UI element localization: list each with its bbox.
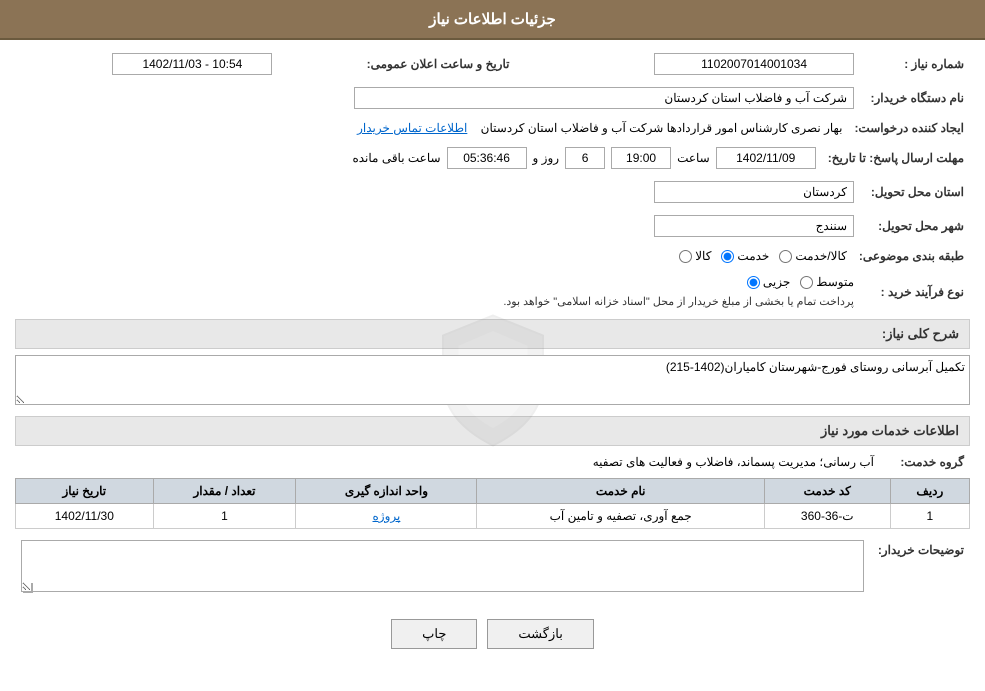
- province-value: [15, 178, 860, 206]
- need-number-label: شماره نیاز :: [860, 50, 970, 78]
- unit-link[interactable]: پروژه: [373, 509, 401, 523]
- service-group-text: آب رسانی؛ مدیریت پسماند، فاضلاب و فعالیت…: [593, 455, 874, 469]
- services-section-title: اطلاعات خدمات مورد نیاز: [15, 416, 970, 446]
- buyer-notes-wrapper: [21, 540, 864, 595]
- info-table-row3: ایجاد کننده درخواست: بهار نصری کارشناس ا…: [15, 118, 970, 138]
- category-khadamat-item: خدمت: [721, 249, 769, 263]
- cell-service-name: جمع آوری، تصفیه و تامین آب: [477, 504, 764, 529]
- services-table-header: ردیف کد خدمت نام خدمت واحد اندازه گیری ت…: [16, 479, 970, 504]
- info-table-row5: استان محل تحویل:: [15, 178, 970, 206]
- info-table-row6: شهر محل تحویل:: [15, 212, 970, 240]
- deadline-days-input[interactable]: [565, 147, 605, 169]
- deadline-remaining-input[interactable]: [447, 147, 527, 169]
- city-value: [15, 212, 860, 240]
- col-unit: واحد اندازه گیری: [296, 479, 477, 504]
- category-khadamat-label: خدمت: [737, 249, 769, 263]
- deadline-value: ساعت روز و ساعت باقی مانده: [15, 144, 822, 172]
- page-wrapper: جزئیات اطلاعات نیاز شماره نیاز : تاریخ و…: [0, 0, 985, 691]
- process-jozvi-label: جزیی: [763, 275, 790, 289]
- city-label: شهر محل تحویل:: [860, 212, 970, 240]
- category-label: طبقه بندی موضوعی:: [853, 246, 970, 266]
- info-table-row2: نام دستگاه خریدار:: [15, 84, 970, 112]
- creator-label: ایجاد کننده درخواست:: [848, 118, 970, 138]
- col-need-date: تاریخ نیاز: [16, 479, 154, 504]
- category-kala-item: کالا: [679, 249, 711, 263]
- process-jozvi-radio[interactable]: [747, 276, 760, 289]
- process-label: نوع فرآیند خرید :: [860, 272, 970, 311]
- deadline-time-input[interactable]: [611, 147, 671, 169]
- process-motavasset-radio[interactable]: [800, 276, 813, 289]
- deadline-remaining-label: ساعت باقی مانده: [352, 151, 440, 165]
- col-service-code: کد خدمت: [764, 479, 890, 504]
- process-motavasset-label: متوسط: [816, 275, 854, 289]
- process-radio-group: متوسط جزیی: [21, 275, 854, 289]
- service-group-value: آب رسانی؛ مدیریت پسماند، فاضلاب و فعالیت…: [15, 452, 880, 472]
- buyer-name-value: [15, 84, 860, 112]
- deadline-label: مهلت ارسال پاسخ: تا تاریخ:: [822, 144, 970, 172]
- announce-date-value: [15, 50, 278, 78]
- buyer-name-label: نام دستگاه خریدار:: [860, 84, 970, 112]
- buyer-name-input[interactable]: [354, 87, 854, 109]
- buyer-notes-textarea[interactable]: [21, 540, 864, 592]
- page-header: جزئیات اطلاعات نیاز: [0, 0, 985, 40]
- buyer-notes-table: توضیحات خریدار:: [15, 537, 970, 598]
- cell-unit: پروژه: [296, 504, 477, 529]
- announce-date-input[interactable]: [112, 53, 272, 75]
- deadline-days-label: روز و: [533, 151, 560, 165]
- back-button[interactable]: بازگشت: [487, 619, 593, 649]
- services-table-body: 1 ت-36-360 جمع آوری، تصفیه و تامین آب پر…: [16, 504, 970, 529]
- category-kala-radio[interactable]: [679, 250, 692, 263]
- footer-buttons: بازگشت چاپ: [15, 604, 970, 664]
- page-title: جزئیات اطلاعات نیاز: [429, 11, 556, 28]
- process-motavasset-item: متوسط: [800, 275, 854, 289]
- contact-link[interactable]: اطلاعات تماس خریدار: [357, 121, 467, 135]
- info-table-row1: شماره نیاز : تاریخ و ساعت اعلان عمومی:: [15, 50, 970, 78]
- print-button[interactable]: چاپ: [391, 619, 477, 649]
- process-note: پرداخت تمام یا بخشی از مبلغ خریدار از مح…: [21, 295, 854, 308]
- cell-date: 1402/11/30: [16, 504, 154, 529]
- category-value: کالا/خدمت خدمت کالا: [15, 246, 853, 266]
- info-table-row4: مهلت ارسال پاسخ: تا تاریخ: ساعت روز و سا…: [15, 144, 970, 172]
- category-radio-group: کالا/خدمت خدمت کالا: [21, 249, 847, 263]
- category-kala-khadamat-label: کالا/خدمت: [795, 249, 846, 263]
- main-content: شماره نیاز : تاریخ و ساعت اعلان عمومی: ن…: [0, 40, 985, 674]
- services-table: ردیف کد خدمت نام خدمت واحد اندازه گیری ت…: [15, 478, 970, 529]
- col-service-name: نام خدمت: [477, 479, 764, 504]
- need-description-wrapper: تکمیل آبرسانی روستای فورج-شهرستان کامیار…: [15, 355, 970, 408]
- service-group-label: گروه خدمت:: [880, 452, 970, 472]
- service-group-table: گروه خدمت: آب رسانی؛ مدیریت پسماند، فاضل…: [15, 452, 970, 472]
- buyer-notes-label: توضیحات خریدار:: [870, 537, 970, 598]
- category-khadamat-radio[interactable]: [721, 250, 734, 263]
- cell-quantity: 1: [153, 504, 296, 529]
- province-input[interactable]: [654, 181, 854, 203]
- deadline-date-input[interactable]: [716, 147, 816, 169]
- city-input[interactable]: [654, 215, 854, 237]
- announce-date-label: تاریخ و ساعت اعلان عمومی:: [278, 50, 515, 78]
- table-row: 1 ت-36-360 جمع آوری، تصفیه و تامین آب پر…: [16, 504, 970, 529]
- col-quantity: تعداد / مقدار: [153, 479, 296, 504]
- cell-row-num: 1: [890, 504, 969, 529]
- need-description-section-title: شرح کلی نیاز:: [15, 319, 970, 349]
- need-description-textarea[interactable]: تکمیل آبرسانی روستای فورج-شهرستان کامیار…: [15, 355, 970, 405]
- creator-value: بهار نصری کارشناس امور قراردادها شرکت آب…: [15, 118, 848, 138]
- category-kala-khadamat-item: کالا/خدمت: [779, 249, 846, 263]
- info-table-row8: نوع فرآیند خرید : متوسط جزیی: [15, 272, 970, 311]
- category-kala-khadamat-radio[interactable]: [779, 250, 792, 263]
- creator-text: بهار نصری کارشناس امور قراردادها شرکت آب…: [481, 121, 843, 135]
- info-table-row7: طبقه بندی موضوعی: کالا/خدمت خدمت کالا: [15, 246, 970, 266]
- category-kala-label: کالا: [695, 249, 711, 263]
- process-value: متوسط جزیی پرداخت تمام یا بخشی از مبلغ خ…: [15, 272, 860, 311]
- col-row-num: ردیف: [890, 479, 969, 504]
- buyer-notes-value: [15, 537, 870, 598]
- need-number-input[interactable]: [654, 53, 854, 75]
- cell-service-code: ت-36-360: [764, 504, 890, 529]
- process-jozvi-item: جزیی: [747, 275, 790, 289]
- province-label: استان محل تحویل:: [860, 178, 970, 206]
- need-number-value: [535, 50, 860, 78]
- deadline-time-label: ساعت: [677, 151, 710, 165]
